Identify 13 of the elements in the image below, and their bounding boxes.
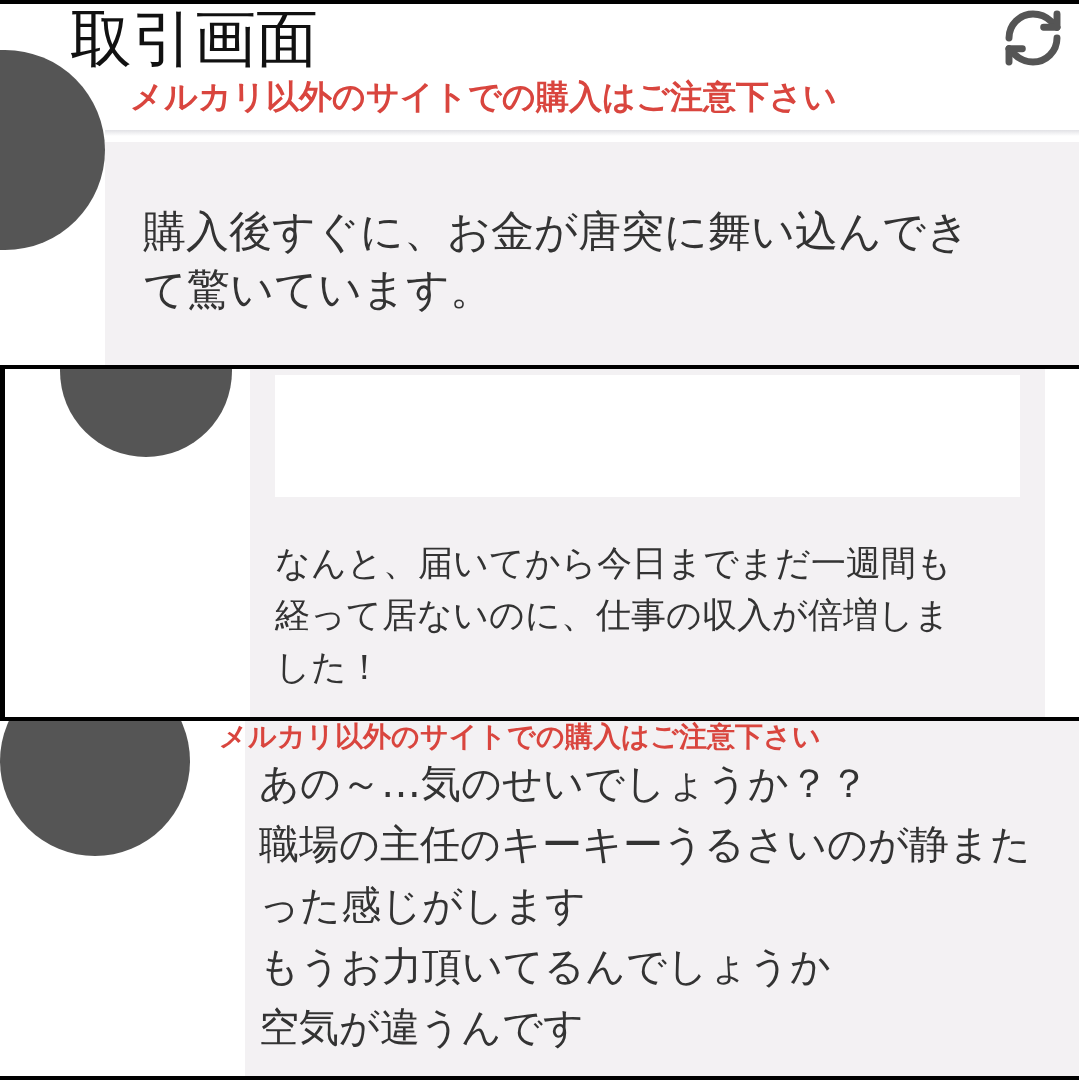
message-text: なんと、届いてから今日までまだ一週間も — [275, 542, 953, 585]
message-text: あの～…気のせいでしょうか？？ — [259, 759, 870, 808]
message-text: 職場の主任のキーキーうるさいのが静また — [259, 820, 1032, 869]
message-text: った感じがします — [259, 881, 587, 930]
message-text: 空気が違うんです — [259, 1003, 585, 1052]
message-text: て驚いています。 — [143, 262, 494, 316]
warning-text: メルカリ以外のサイトでの購入はご注意下さい — [130, 78, 838, 116]
message-text: 経って居ないのに、仕事の収入が倍増しま — [275, 594, 951, 637]
message-text: した！ — [275, 646, 383, 689]
warning-text: メルカリ以外のサイトでの購入はご注意下さい — [219, 721, 822, 753]
message-text: 購入後すぐに、お金が唐突に舞い込んでき — [143, 204, 971, 258]
screen-title: 取引画面 — [70, 8, 318, 70]
message-text: もうお力頂いてるんでしょうか — [259, 942, 832, 991]
